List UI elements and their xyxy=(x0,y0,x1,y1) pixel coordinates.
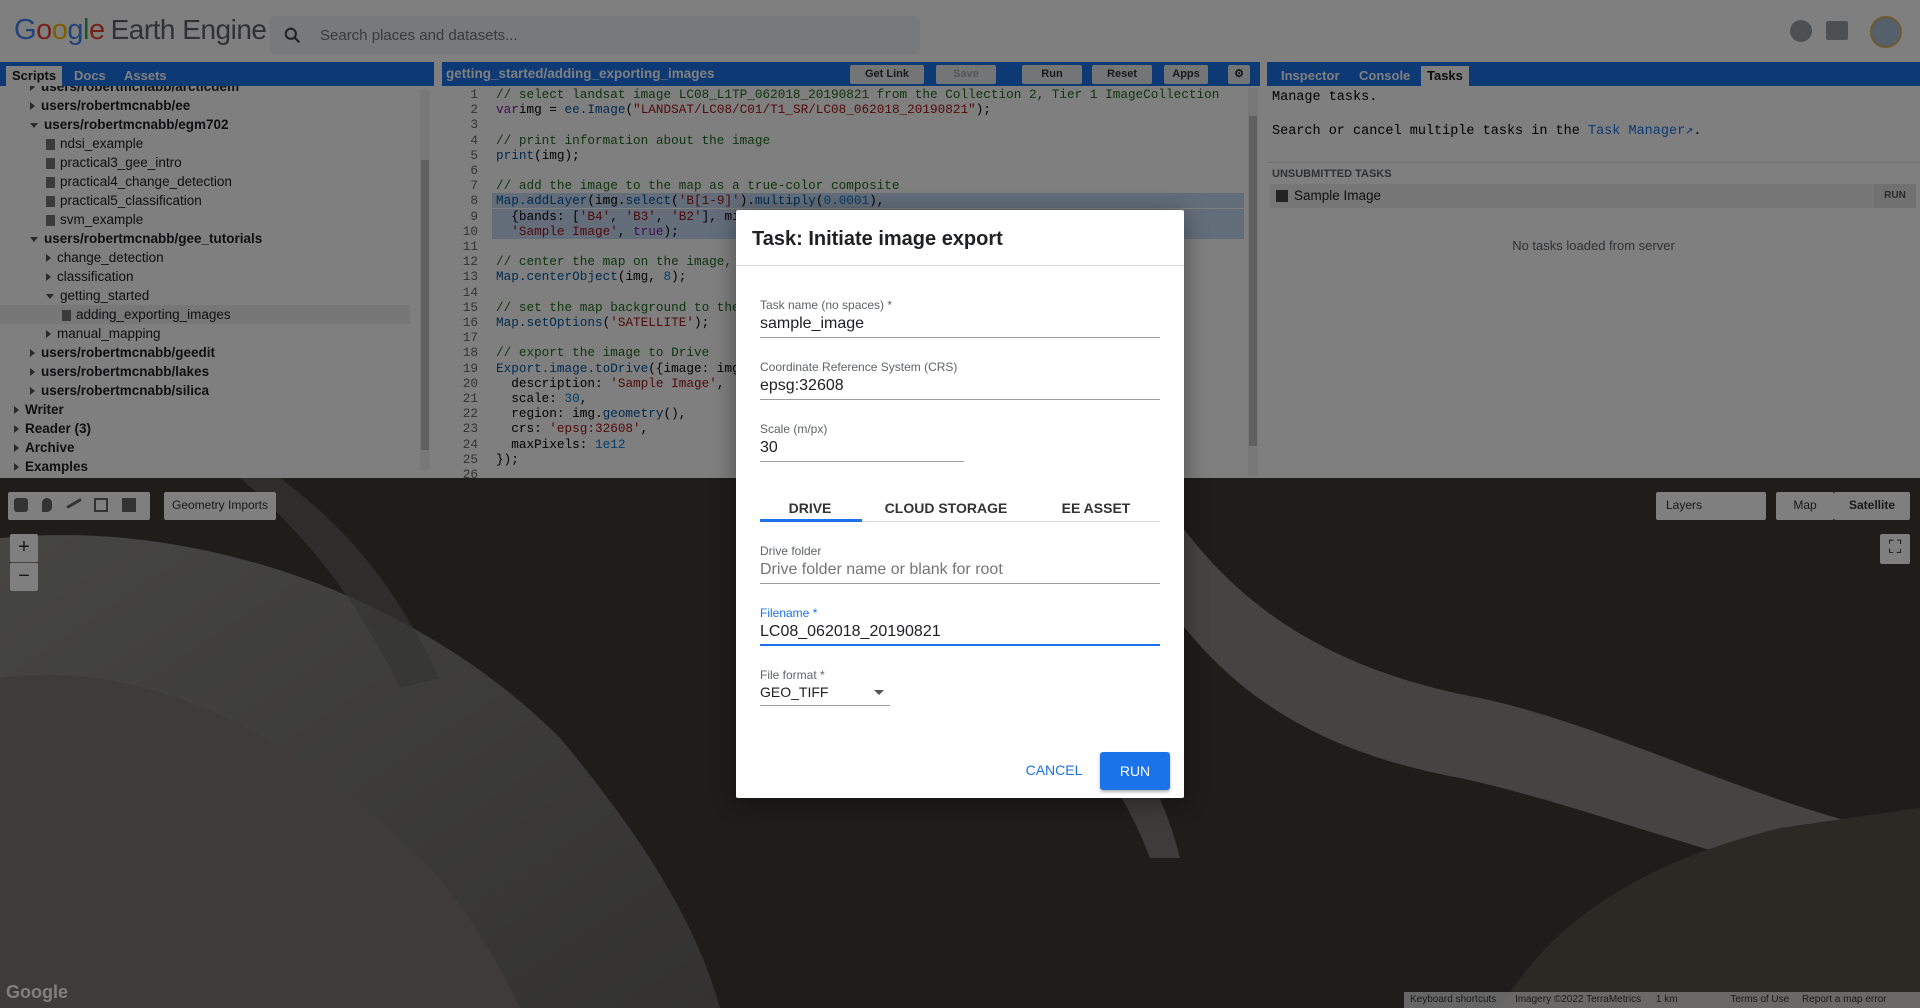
task-name-input[interactable]: sample_image xyxy=(760,312,1160,338)
task-name-label: Task name (no spaces) * xyxy=(760,298,893,312)
file-format-value: GEO_TIFF xyxy=(760,684,829,700)
export-dialog: Task: Initiate image export Task name (n… xyxy=(736,210,1184,798)
scale-label: Scale (m/px) xyxy=(760,422,828,436)
earth-engine-app: GoogleEarth Engine Scripts Docs Assets u… xyxy=(0,0,1920,1008)
cancel-button[interactable]: CANCEL xyxy=(1024,752,1084,788)
tab-cloud-storage[interactable]: CLOUD STORAGE xyxy=(876,488,1016,532)
crs-label: Coordinate Reference System (CRS) xyxy=(760,360,958,374)
file-format-select[interactable]: GEO_TIFF xyxy=(760,680,890,706)
scale-input[interactable]: 30 xyxy=(760,436,964,462)
drive-folder-input[interactable]: Drive folder name or blank for root xyxy=(760,558,1160,584)
crs-input[interactable]: epsg:32608 xyxy=(760,374,1160,400)
run-button[interactable]: RUN xyxy=(1100,752,1170,790)
drive-folder-label: Drive folder xyxy=(760,544,822,558)
dialog-divider xyxy=(736,265,1184,266)
tab-drive[interactable]: DRIVE xyxy=(760,488,860,532)
tab-ee-asset[interactable]: EE ASSET xyxy=(1046,488,1146,532)
active-tab-indicator xyxy=(760,519,862,522)
chevron-down-icon xyxy=(874,690,884,695)
filename-label: Filename * xyxy=(760,606,818,620)
filename-input[interactable]: LC08_062018_20190821 xyxy=(760,620,1160,646)
dialog-title: Task: Initiate image export xyxy=(752,228,1003,250)
